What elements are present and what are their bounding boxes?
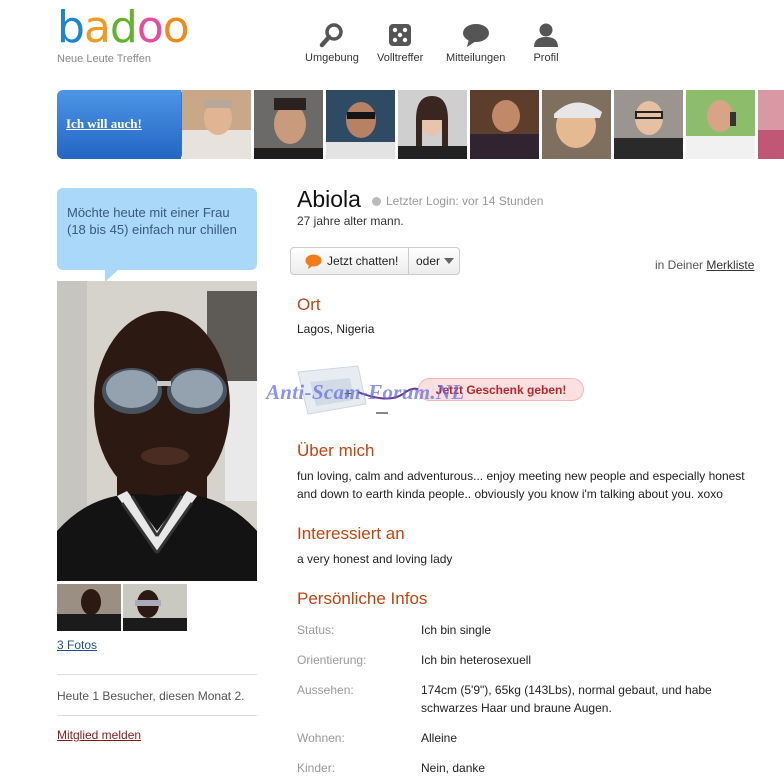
info-label-children: Kinder: [297,761,336,775]
or-label: oder [416,254,441,268]
logo-letter: a [83,2,111,53]
offline-status-dot [372,197,381,206]
logo-letter: d [109,2,138,53]
user-icon [531,20,561,50]
member-thumbnail[interactable] [182,90,251,159]
chat-button-group: Jetzt chatten! oder [290,247,460,275]
nav-mitteilungen[interactable]: Mitteilungen [446,20,505,64]
photo-thumbnail[interactable] [123,584,187,631]
about-heading: Über mich [297,441,375,460]
nav-volltreffer[interactable]: Volltreffer [377,20,423,64]
favorites-note: in Deiner Merkliste [655,258,754,272]
photo-thumbnail[interactable] [57,584,121,631]
info-label-orientation: Orientierung: [297,653,367,667]
chevron-down-icon [444,258,455,264]
status-bubble: Möchte heute mit einer Frau (18 bis 45) … [57,188,257,282]
location-heading: Ort [297,295,321,314]
profile-name: Abiola [297,186,361,212]
interested-value: a very honest and loving lady [297,552,453,566]
member-thumbnail[interactable] [254,90,323,159]
photos-link[interactable]: 3 Fotos [57,638,97,652]
divider [57,715,257,716]
nav-label: Mitteilungen [446,52,506,64]
logo-letter: o [162,2,190,53]
watermark: Anti-Scam-Forum.NL [266,380,465,404]
info-value-status: Ich bin single [421,623,492,637]
profile-photo[interactable] [57,281,257,581]
search-icon [317,20,347,50]
info-value-living: Alleine [421,731,458,745]
dice-icon [385,20,415,50]
nav-label: Profil [533,52,559,64]
member-thumbnail[interactable] [326,90,395,159]
location-value: Lagos, Nigeria [297,322,375,336]
favorites-prefix: in Deiner [655,258,704,272]
more-options-dropdown[interactable]: oder [410,248,459,274]
info-value-appearance: 174cm (5'9"), 65kg (143Lbs), normal geba… [421,683,712,697]
info-value-orientation: Ich bin heterosexuell [421,653,532,667]
members-banner: Ich will auch! [57,90,784,159]
info-label-status: Status: [297,623,335,637]
logo-letter: o [136,2,164,53]
nav-umgebung[interactable]: Umgebung [305,20,359,64]
info-label-appearance: Aussehen: [297,683,354,697]
report-member-link[interactable]: Mitglied melden [57,728,141,742]
chat-bubble-icon [461,20,491,50]
personal-info-heading: Persönliche Infos [297,589,428,608]
info-value-children: Nein, danke [421,761,486,775]
chat-now-label: Jetzt chatten! [327,254,399,268]
nav-label: Umgebung [305,52,359,64]
about-text-line: fun loving, calm and adventurous... enjo… [297,469,745,483]
chat-bubble-icon [305,254,322,269]
tagline: Neue Leute Treffen [57,53,151,65]
info-label-living: Wohnen: [297,731,345,745]
interested-heading: Interessiert an [297,524,405,543]
member-thumbnail[interactable] [614,90,683,159]
last-login: Letzter Login: vor 14 Stunden [386,194,544,208]
favorites-link[interactable]: Merkliste [706,258,754,272]
member-thumbnail[interactable] [398,90,467,159]
member-thumbnail[interactable] [758,90,784,159]
member-thumbnail[interactable] [686,90,755,159]
member-thumbnail[interactable] [470,90,539,159]
want-too-link[interactable]: Ich will auch! [66,116,142,132]
divider [57,674,257,675]
want-too-button[interactable]: Ich will auch! [57,90,193,159]
nav-label: Volltreffer [377,52,424,64]
about-text-line: and down to earth kinda people.. obvious… [297,487,723,501]
nav-profil[interactable]: Profil [531,20,561,64]
chat-now-button[interactable]: Jetzt chatten! [291,248,409,274]
badoo-logo[interactable]: badoo [57,2,190,53]
visitor-count: Heute 1 Besucher, diesen Monat 2. [57,689,245,703]
logo-letter: b [57,2,85,53]
member-thumbnail[interactable] [542,90,611,159]
profile-age: 27 jahre alter mann. [297,214,404,228]
info-value-appearance-line2: schwarzes Haar und braune Augen. [421,701,612,715]
